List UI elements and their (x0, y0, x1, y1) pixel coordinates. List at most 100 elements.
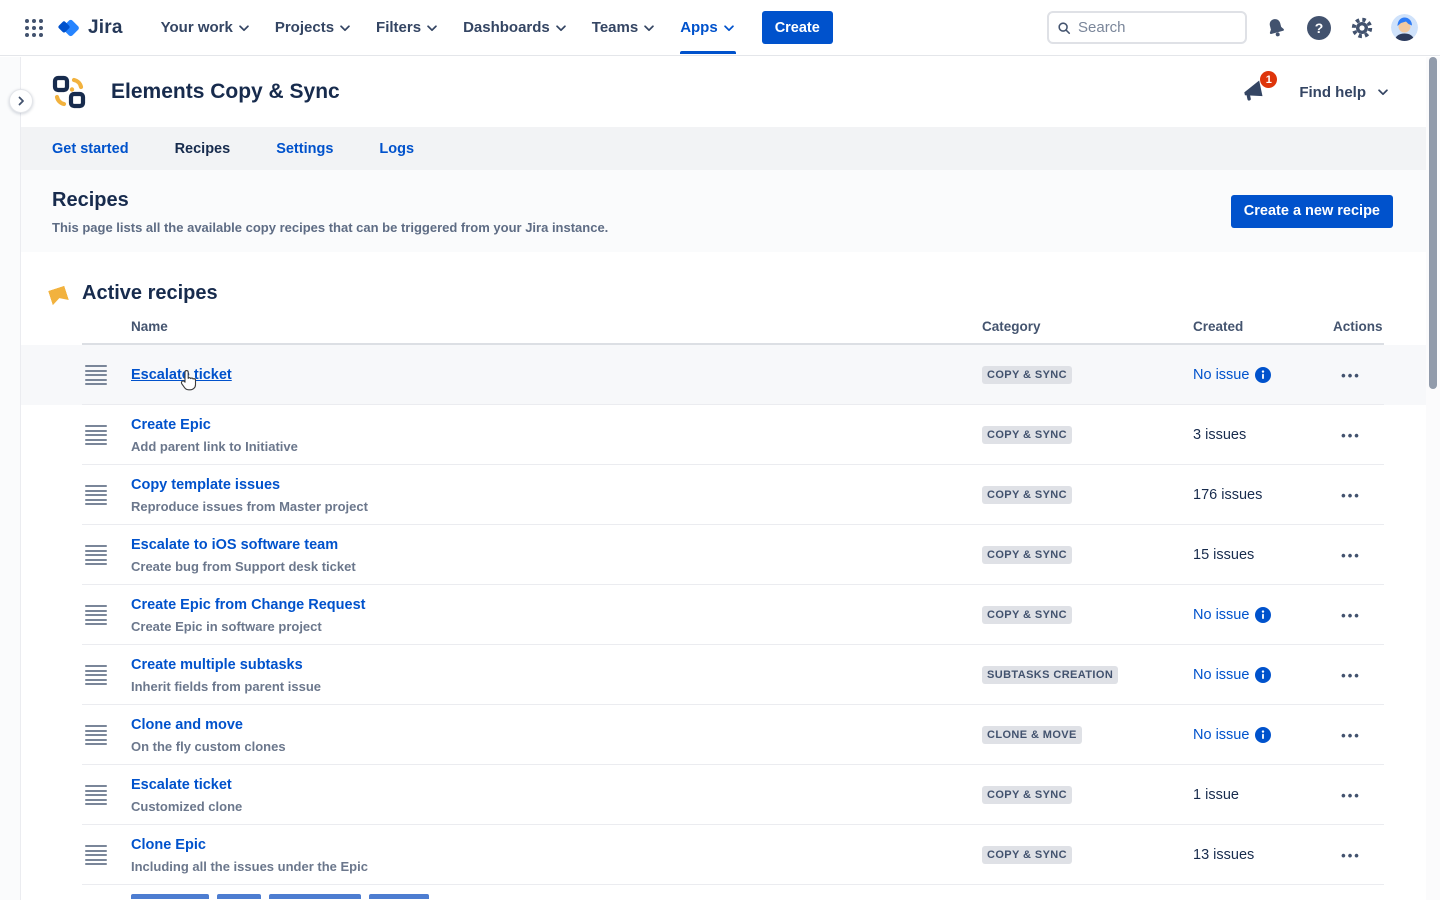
category-badge: COPY & SYNC (982, 546, 1072, 564)
recipe-subtitle: Create bug from Support desk ticket (131, 559, 356, 574)
nav-item-teams[interactable]: Teams (592, 0, 656, 56)
notifications-bell-icon[interactable] (1262, 14, 1290, 42)
recipe-row: Escalate to iOS software team Create bug… (21, 525, 1426, 585)
row-actions-button[interactable]: ••• (1332, 482, 1370, 508)
row-actions-button[interactable]: ••• (1332, 602, 1370, 628)
tab-recipes[interactable]: Recipes (175, 141, 231, 157)
recipe-row: Create multiple subtasks Inherit fields … (21, 645, 1426, 705)
info-icon[interactable] (1255, 607, 1271, 623)
recipes-flag-icon (48, 286, 69, 306)
create-button[interactable]: Create (762, 11, 833, 44)
recipe-name-link[interactable]: Create Epic (131, 417, 211, 433)
category-badge: COPY & SYNC (982, 846, 1072, 864)
recipe-name-link[interactable]: Create Epic from Change Request (131, 597, 365, 613)
row-actions-button[interactable]: ••• (1332, 782, 1370, 808)
info-icon[interactable] (1255, 667, 1271, 683)
row-actions-button[interactable]: ••• (1332, 842, 1370, 868)
category-badge: SUBTASKS CREATION (982, 666, 1118, 684)
recipe-row: Clone Epic Including all the issues unde… (21, 825, 1426, 885)
nav-item-apps[interactable]: Apps (680, 0, 736, 56)
recipes-table-body: Escalate ticket COPY & SYNC No issue •••… (21, 345, 1426, 899)
info-icon[interactable] (1255, 727, 1271, 743)
category-badge: COPY & SYNC (982, 426, 1072, 444)
app-switcher-icon[interactable] (18, 12, 50, 44)
page-subtitle: This page lists all the available copy r… (52, 220, 608, 235)
app-title: Elements Copy & Sync (111, 80, 340, 104)
nav-item-filters[interactable]: Filters (376, 0, 439, 56)
category-badge: COPY & SYNC (982, 606, 1072, 624)
announcements-megaphone-icon[interactable]: 1 (1241, 77, 1271, 107)
category-badge: COPY & SYNC (982, 786, 1072, 804)
row-actions-button[interactable]: ••• (1332, 662, 1370, 688)
chevron-down-icon (642, 21, 656, 35)
info-icon[interactable] (1255, 367, 1271, 383)
created-value: 176 issues (1193, 487, 1262, 503)
chevron-right-icon (15, 95, 27, 107)
recipe-name-link[interactable]: Create multiple subtasks (131, 657, 303, 673)
recipe-name-link[interactable]: Clone and move (131, 717, 243, 733)
created-value: No issue (1193, 727, 1271, 743)
recipe-name-link[interactable]: Escalate ticket (131, 777, 232, 793)
help-icon[interactable]: ? (1305, 14, 1333, 42)
sidebar-expand-button[interactable] (9, 89, 33, 113)
recipe-subtitle: Customized clone (131, 799, 242, 814)
drag-handle-icon[interactable] (85, 605, 107, 625)
scrollbar-thumb[interactable] (1429, 57, 1437, 389)
find-help-dropdown[interactable]: Find help (1299, 84, 1390, 101)
recipe-name-link[interactable]: Clone Epic (131, 837, 206, 853)
recipe-row: Copy template issues Reproduce issues fr… (21, 465, 1426, 525)
drag-handle-icon[interactable] (85, 845, 107, 865)
collapsed-sidebar (0, 57, 21, 900)
create-new-recipe-button[interactable]: Create a new recipe (1231, 195, 1393, 228)
row-actions-button[interactable]: ••• (1332, 422, 1370, 448)
recipe-subtitle: Reproduce issues from Master project (131, 499, 368, 514)
settings-gear-icon[interactable] (1348, 14, 1376, 42)
jira-mark-icon (58, 16, 82, 40)
tab-get-started[interactable]: Get started (52, 141, 129, 157)
chevron-down-icon (1376, 85, 1390, 99)
tab-logs[interactable]: Logs (379, 141, 414, 157)
created-value: 13 issues (1193, 847, 1254, 863)
tab-settings[interactable]: Settings (276, 141, 333, 157)
elements-copy-sync-logo (52, 75, 86, 109)
clipped-next-row (21, 885, 1426, 899)
drag-handle-icon[interactable] (85, 485, 107, 505)
nav-item-your-work[interactable]: Your work (161, 0, 251, 56)
grid-icon (24, 18, 44, 38)
row-actions-button[interactable]: ••• (1332, 362, 1370, 388)
recipe-row: Escalate ticket Customized clone COPY & … (21, 765, 1426, 825)
search-input[interactable] (1078, 19, 1228, 36)
drag-handle-icon[interactable] (85, 725, 107, 745)
column-actions: Actions (1333, 319, 1383, 334)
user-avatar[interactable] (1391, 14, 1418, 41)
created-value: No issue (1193, 367, 1271, 383)
search-icon (1057, 21, 1071, 35)
drag-handle-icon[interactable] (85, 665, 107, 685)
created-value: 15 issues (1193, 547, 1254, 563)
column-category: Category (982, 319, 1041, 334)
drag-handle-icon[interactable] (85, 785, 107, 805)
nav-item-dashboards[interactable]: Dashboards (463, 0, 568, 56)
row-actions-button[interactable]: ••• (1332, 542, 1370, 568)
recipe-name-link[interactable]: Escalate ticket (131, 367, 232, 383)
page-scrollbar[interactable] (1426, 57, 1440, 900)
recipe-name-link[interactable]: Escalate to iOS software team (131, 537, 338, 553)
jira-logo[interactable]: Jira (58, 16, 123, 40)
row-actions-button[interactable]: ••• (1332, 722, 1370, 748)
nav-item-projects[interactable]: Projects (275, 0, 352, 56)
column-name: Name (131, 319, 168, 334)
category-badge: COPY & SYNC (982, 366, 1072, 384)
top-navigation: Jira Your work Projects Filters Dashboar… (0, 0, 1440, 56)
primary-nav: Your work Projects Filters Dashboards Te… (149, 0, 748, 56)
active-recipes-card: Active recipes Name Category Created Act… (21, 252, 1426, 900)
drag-handle-icon[interactable] (85, 365, 107, 385)
drag-handle-icon[interactable] (85, 425, 107, 445)
category-badge: COPY & SYNC (982, 486, 1072, 504)
drag-handle-icon[interactable] (85, 545, 107, 565)
recipe-name-link[interactable]: Copy template issues (131, 477, 280, 493)
chevron-down-icon (237, 21, 251, 35)
nav-right-cluster: ? (1047, 11, 1418, 44)
section-title: Active recipes (82, 282, 218, 305)
recipe-subtitle: On the fly custom clones (131, 739, 286, 754)
search-box[interactable] (1047, 11, 1247, 44)
